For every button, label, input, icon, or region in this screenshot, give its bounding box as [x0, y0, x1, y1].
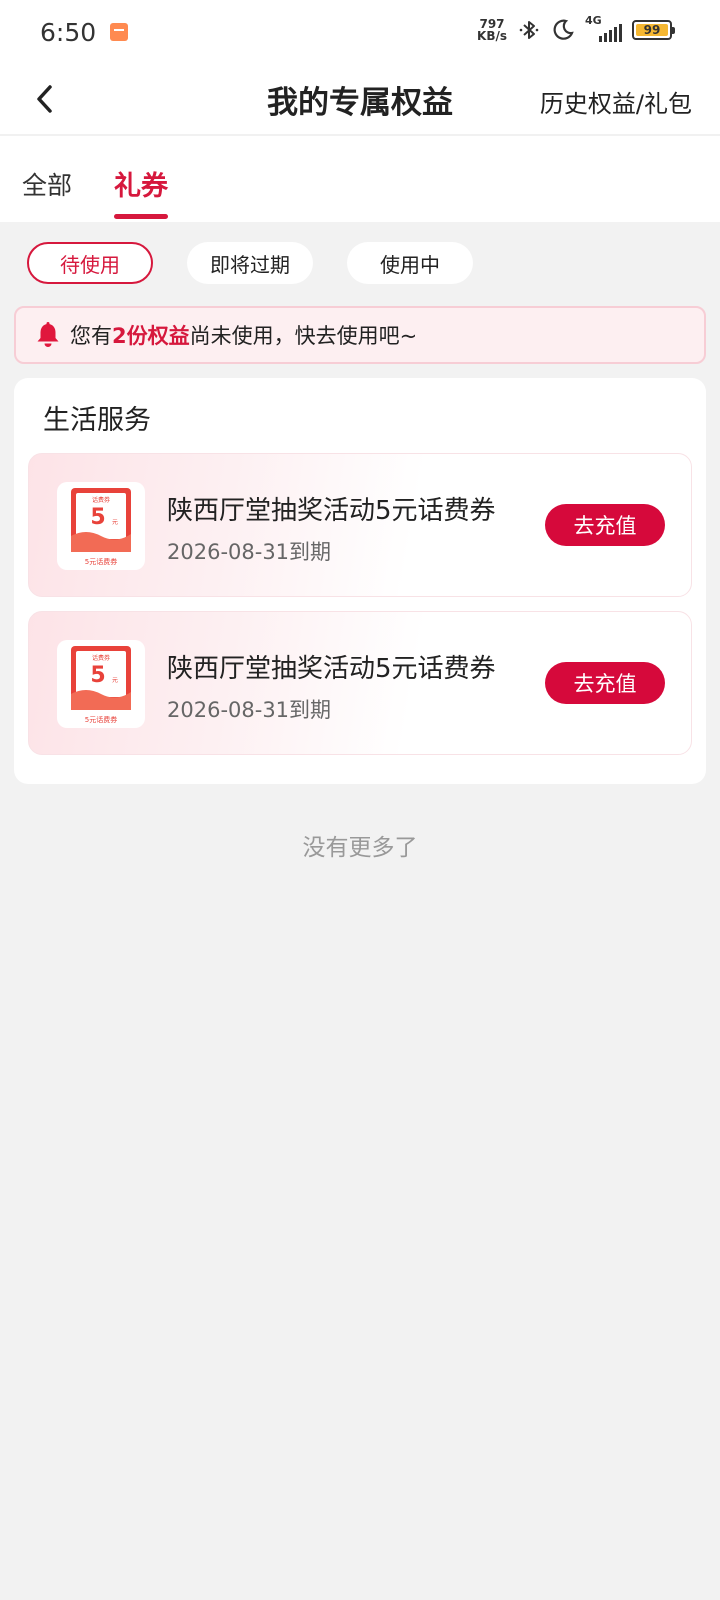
back-button[interactable]: [28, 82, 62, 116]
coupon-expiry: 2026-08-31到期: [167, 540, 332, 564]
recharge-button-label: 去充值: [573, 672, 637, 696]
status-time: 6:50: [40, 17, 97, 47]
category-tabs: 全部 礼券: [0, 136, 720, 222]
filter-in-use[interactable]: 使用中: [347, 242, 473, 284]
filter-pending-label: 待使用: [60, 252, 120, 277]
top-area: 6:50 797 KB/s 4G 99 我的专属权益 历史权益/礼包 全部 礼券: [0, 0, 720, 222]
net-speed: 797 KB/s: [477, 18, 507, 42]
filter-chips: 待使用 即将过期 使用中: [0, 222, 720, 284]
tab-all[interactable]: 全部: [22, 166, 72, 202]
battery-level: 99: [643, 23, 661, 37]
thumb-caption: 5元话费券: [85, 557, 117, 566]
coupon-name: 陕西厅堂抽奖活动5元话费券: [167, 654, 496, 684]
thumb-amount: 5: [90, 505, 105, 530]
section-title: 生活服务: [43, 405, 151, 436]
thumb-amount: 5: [90, 663, 105, 688]
coupon-name: 陕西厅堂抽奖活动5元话费券: [167, 496, 496, 526]
thumb-caption: 5元话费券: [85, 715, 117, 724]
filter-expiring-label: 即将过期: [210, 252, 290, 277]
phone-credit-coupon-image: 话费券 5 元 5元话费券: [71, 646, 131, 724]
history-benefits-link[interactable]: 历史权益/礼包: [540, 84, 692, 119]
life-services-card: 生活服务 话费券 5 元 5元话费券 陕西厅堂抽奖活动5元话费券 2026-08…: [14, 378, 706, 784]
phone-credit-coupon-image: 话费券 5 元 5元话费券: [71, 488, 131, 566]
app-header: 我的专属权益 历史权益/礼包: [0, 64, 720, 134]
coupon-thumbnail: 话费券 5 元 5元话费券: [57, 640, 145, 728]
thumb-unit: 元: [112, 677, 118, 684]
signal-label: 4G: [585, 14, 602, 27]
status-icons: 797 KB/s 4G 99: [477, 14, 675, 42]
thumb-unit: 元: [112, 519, 118, 526]
signal-icon: 4G: [585, 14, 622, 42]
recharge-button[interactable]: 去充值: [545, 504, 665, 546]
moon-icon: [553, 19, 574, 40]
active-tab-indicator: [114, 214, 169, 219]
no-more-text: 没有更多了: [302, 835, 418, 861]
recharge-button[interactable]: 去充值: [545, 662, 665, 704]
coupon-item[interactable]: 话费券 5 元 5元话费券 陕西厅堂抽奖活动5元话费券 2026-08-31到期…: [28, 453, 692, 597]
thumb-top-text: 话费券: [92, 496, 110, 504]
notice-prefix: 您有: [70, 324, 112, 348]
notice-suffix: 尚未使用，快去使用吧~: [189, 324, 418, 348]
tab-coupons[interactable]: 礼券: [114, 164, 169, 219]
app-notification-icon: [110, 23, 129, 41]
battery-icon: 99: [632, 20, 675, 40]
page-title: 我的专属权益: [267, 84, 453, 121]
thumb-top-text: 话费券: [92, 654, 110, 662]
chevron-left-icon: [37, 85, 52, 113]
status-bar: 6:50 797 KB/s 4G 99: [0, 0, 720, 64]
coupon-item[interactable]: 话费券 5 元 5元话费券 陕西厅堂抽奖活动5元话费券 2026-08-31到期…: [28, 611, 692, 755]
notice-count: 2份权益: [112, 324, 190, 348]
filter-pending[interactable]: 待使用: [27, 242, 153, 284]
bell-icon: [37, 322, 59, 347]
coupon-expiry: 2026-08-31到期: [167, 698, 332, 722]
recharge-button-label: 去充值: [573, 514, 637, 538]
net-speed-unit: KB/s: [477, 29, 507, 43]
tab-all-label: 全部: [22, 171, 73, 200]
bluetooth-icon: [519, 21, 539, 39]
filter-expiring[interactable]: 即将过期: [187, 242, 313, 284]
tab-coupons-label: 礼券: [114, 171, 169, 202]
unused-notice: 您有 2份权益 尚未使用，快去使用吧~: [14, 306, 706, 364]
filter-in-use-label: 使用中: [380, 252, 440, 277]
coupon-thumbnail: 话费券 5 元 5元话费券: [57, 482, 145, 570]
